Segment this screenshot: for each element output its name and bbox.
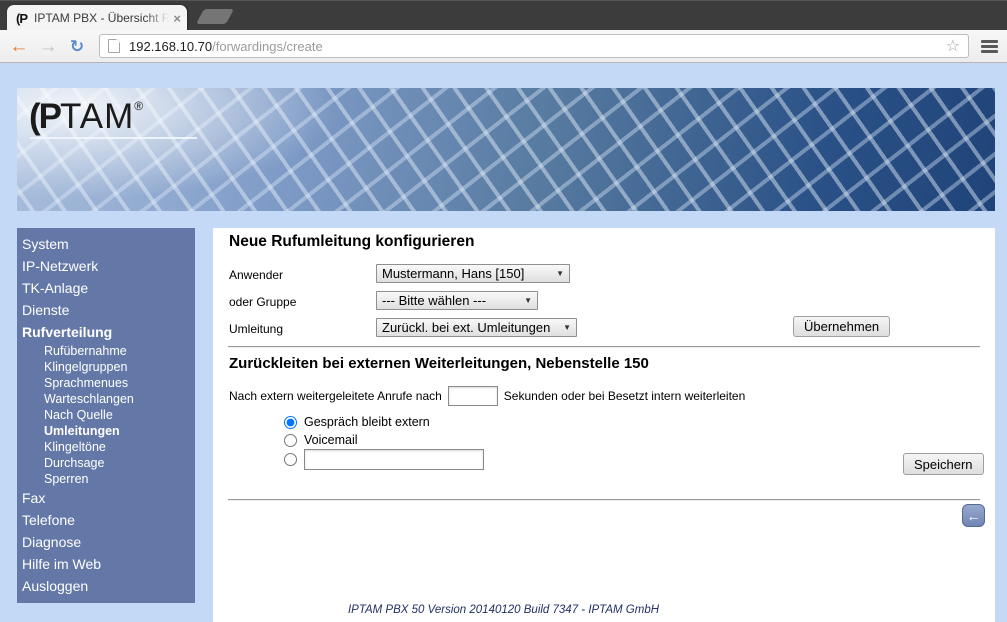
speichern-button[interactable]: Speichern (903, 453, 984, 475)
option-row-extern: Gespräch bleibt extern (284, 415, 430, 429)
dropdown-arrow-icon: ▼ (524, 296, 532, 305)
main-content: Neue Rufumleitung konfigurieren Anwender… (213, 228, 995, 622)
tab-title: IPTAM PBX - Übersicht Ru (34, 11, 170, 25)
browser-toolbar: ← → ↻ 192.168.10.70/forwardings/create ☆ (0, 30, 1007, 63)
anwender-select[interactable]: Mustermann, Hans [150] ▼ (376, 264, 570, 283)
gruppe-selected-value: --- Bitte wählen --- (382, 293, 487, 308)
sidebar-item-diagnose[interactable]: Diagnose (17, 531, 195, 553)
page-background: (PTAM® System IP-Netzwerk TK-Anlage Dien… (0, 63, 1007, 622)
sidebar-nav: System IP-Netzwerk TK-Anlage Dienste Ruf… (17, 228, 195, 603)
new-tab-button[interactable] (196, 9, 234, 24)
sidebar-item-warteschlangen[interactable]: Warteschlangen (17, 391, 195, 407)
sidebar-item-sprachmenues[interactable]: Sprachmenues (17, 375, 195, 391)
logo-ip: (P (29, 97, 62, 136)
sidebar-item-ip-netzwerk[interactable]: IP-Netzwerk (17, 255, 195, 277)
iptam-favicon-icon: (P (16, 10, 28, 26)
radio-custom-number[interactable] (284, 453, 297, 466)
forward-icon[interactable]: → (37, 37, 59, 56)
browser-tab[interactable]: (P IPTAM PBX - Übersicht Ru × (7, 5, 187, 31)
sidebar-item-umleitungen[interactable]: Umleitungen (17, 423, 195, 439)
radio-gespraech-bleibt-extern[interactable] (284, 415, 297, 429)
anwender-label: Anwender (229, 268, 284, 282)
anwender-selected-value: Mustermann, Hans [150] (382, 266, 525, 281)
logo-tam: TAM (60, 97, 135, 136)
reload-icon[interactable]: ↻ (66, 38, 88, 55)
sidebar-item-nach-quelle[interactable]: Nach Quelle (17, 407, 195, 423)
radio-label-voicemail[interactable]: Voicemail (304, 433, 358, 447)
sidebar-item-rufuebernahme[interactable]: Rufübernahme (17, 343, 195, 359)
timeout-text-before: Nach extern weitergeleitete Anrufe nach (229, 389, 442, 403)
timeout-text-after: Sekunden oder bei Besetzt intern weiterl… (503, 389, 746, 403)
footer-version-text: IPTAM PBX 50 Version 20140120 Build 7347… (347, 604, 660, 616)
header-banner: (PTAM® (17, 88, 995, 211)
sidebar-item-dienste[interactable]: Dienste (17, 299, 195, 321)
option-row-custom (284, 449, 484, 470)
sidebar-item-fax[interactable]: Fax (17, 487, 195, 509)
url-path: /forwardings/create (212, 38, 323, 54)
sidebar-item-rufverteilung[interactable]: Rufverteilung (17, 321, 195, 343)
gruppe-label: oder Gruppe (229, 295, 297, 309)
iptam-logo: (PTAM® (29, 99, 143, 134)
uebernehmen-button[interactable]: Übernehmen (793, 316, 891, 337)
sidebar-item-tk-anlage[interactable]: TK-Anlage (17, 277, 195, 299)
option-row-voicemail: Voicemail (284, 433, 358, 447)
section-title: Zurückleiten bei externen Weiterleitunge… (229, 355, 649, 372)
gruppe-select[interactable]: --- Bitte wählen --- ▼ (376, 291, 538, 310)
umleitung-label: Umleitung (229, 322, 284, 336)
back-button[interactable]: ← (962, 504, 985, 527)
umleitung-select[interactable]: Zurückl. bei ext. Umleitungen ▼ (376, 318, 577, 337)
radio-voicemail[interactable] (284, 433, 297, 447)
bottom-divider (228, 499, 980, 501)
menu-icon[interactable] (981, 38, 999, 55)
sidebar-item-hilfe-im-web[interactable]: Hilfe im Web (17, 553, 195, 575)
radio-label-extern[interactable]: Gespräch bleibt extern (304, 415, 430, 429)
page-title: Neue Rufumleitung konfigurieren (229, 233, 475, 250)
back-icon[interactable]: ← (8, 37, 30, 56)
dropdown-arrow-icon: ▼ (556, 269, 564, 278)
umleitung-selected-value: Zurückl. bei ext. Umleitungen (382, 320, 551, 335)
url-bar[interactable]: 192.168.10.70/forwardings/create ☆ (99, 34, 969, 58)
sidebar-item-sperren[interactable]: Sperren (17, 471, 195, 487)
sidebar-item-ausloggen[interactable]: Ausloggen (17, 575, 195, 597)
sidebar-item-system[interactable]: System (17, 233, 195, 255)
sidebar-item-telefone[interactable]: Telefone (17, 509, 195, 531)
logo-registered-mark-icon: ® (134, 99, 144, 113)
back-arrow-icon: ← (966, 507, 981, 524)
footer: IPTAM PBX 50 Version 20140120 Build 7347… (0, 604, 1007, 616)
page-icon (108, 39, 120, 53)
tab-close-icon[interactable]: × (173, 11, 181, 26)
custom-number-input[interactable] (304, 449, 484, 470)
url-host: 192.168.10.70 (129, 38, 213, 54)
seconds-input[interactable] (447, 386, 498, 406)
browser-tab-strip: (P IPTAM PBX - Übersicht Ru × (0, 0, 1007, 31)
section-divider (228, 346, 980, 348)
timeout-line: Nach extern weitergeleitete Anrufe nach … (229, 386, 745, 406)
logo-underline (30, 137, 197, 139)
sidebar-item-durchsage[interactable]: Durchsage (17, 455, 195, 471)
sidebar-item-klingeltoene[interactable]: Klingeltöne (17, 439, 195, 455)
bookmark-star-icon[interactable]: ☆ (946, 36, 960, 56)
dropdown-arrow-icon: ▼ (563, 323, 571, 332)
sidebar-item-klingelgruppen[interactable]: Klingelgruppen (17, 359, 195, 375)
